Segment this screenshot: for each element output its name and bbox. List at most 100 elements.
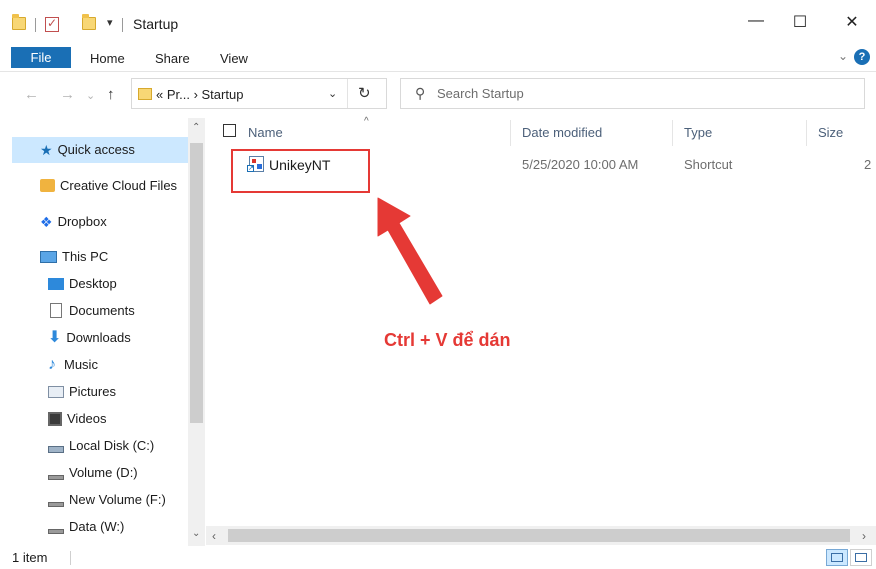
sidebar-item-quick-access[interactable]: ★ Quick access: [12, 137, 188, 163]
new-folder-icon[interactable]: [82, 14, 96, 30]
item-count: 1 item: [12, 550, 48, 565]
documents-icon: [50, 303, 62, 319]
file-list-horizontal-scrollbar[interactable]: ‹ ›: [206, 526, 876, 545]
details-view-button[interactable]: [826, 549, 848, 566]
tab-view[interactable]: View: [220, 51, 248, 66]
drive-icon: [48, 529, 64, 535]
details-view-icon: [831, 553, 843, 562]
sidebar-item-label: Volume (D:): [69, 465, 138, 480]
dropbox-icon: ❖: [40, 213, 53, 230]
maximize-button[interactable]: ☐: [790, 12, 810, 32]
sidebar-item-documents[interactable]: Documents: [48, 298, 135, 324]
column-separator[interactable]: [806, 120, 807, 146]
music-icon: ♪: [48, 355, 56, 373]
sidebar-item-label: Dropbox: [57, 214, 107, 229]
forward-button[interactable]: →: [60, 86, 75, 103]
tab-home[interactable]: Home: [90, 51, 125, 66]
navigation-pane-scrollbar[interactable]: ⌃ ⌄: [188, 118, 205, 546]
sidebar-item-music[interactable]: ♪ Music: [48, 352, 98, 378]
sidebar-item-downloads[interactable]: ⬇ Downloads: [48, 325, 131, 351]
sidebar-item-label: New Volume (F:): [69, 492, 166, 507]
downloads-icon: ⬇: [48, 328, 62, 346]
sidebar-item-local-disk-c[interactable]: Local Disk (C:): [48, 433, 154, 459]
address-divider: [347, 79, 348, 108]
sidebar-item-label: Music: [64, 357, 98, 372]
quick-access-toolbar-dropdown[interactable]: ▾: [107, 16, 113, 29]
column-separator[interactable]: [672, 120, 673, 146]
file-type: Shortcut: [684, 157, 733, 172]
computer-icon: [40, 250, 57, 263]
search-icon: ⚲: [415, 85, 426, 101]
scroll-right-arrow-icon[interactable]: ›: [862, 529, 866, 543]
title-bar: ▾ Startup — ☐ ✕: [0, 0, 876, 42]
drive-icon: [48, 502, 64, 508]
sort-ascending-caret-icon: ^: [364, 116, 369, 127]
sidebar-item-desktop[interactable]: Desktop: [48, 271, 117, 297]
large-icons-view-button[interactable]: [850, 549, 872, 566]
refresh-button[interactable]: ↻: [358, 84, 371, 102]
up-button[interactable]: ↑: [107, 86, 115, 103]
highlight-box: [231, 149, 370, 193]
column-header-date-modified[interactable]: Date modified: [522, 125, 602, 140]
search-input[interactable]: [437, 80, 857, 107]
sidebar-item-volume-d[interactable]: Volume (D:): [48, 460, 138, 486]
scroll-left-arrow-icon[interactable]: ‹: [212, 529, 216, 543]
address-path[interactable]: « Pr... › Startup: [156, 87, 243, 102]
sidebar-item-this-pc[interactable]: This PC: [40, 244, 108, 270]
help-icon[interactable]: ?: [854, 49, 870, 65]
search-box[interactable]: ⚲: [400, 78, 865, 109]
column-header-name[interactable]: Name: [248, 125, 283, 140]
sidebar-item-dropbox[interactable]: ❖ Dropbox: [40, 209, 107, 235]
sidebar-item-label: Videos: [67, 411, 107, 426]
scroll-down-arrow-icon[interactable]: ⌄: [192, 528, 200, 539]
sidebar-item-label: Desktop: [69, 276, 117, 291]
sidebar-item-pictures[interactable]: Pictures: [48, 379, 116, 405]
close-button[interactable]: ✕: [842, 12, 862, 32]
sidebar-item-label: This PC: [62, 249, 109, 264]
sidebar-item-new-volume-f[interactable]: New Volume (F:): [48, 487, 166, 513]
file-date-modified: 5/25/2020 10:00 AM: [522, 157, 639, 172]
scrollbar-thumb[interactable]: [190, 143, 203, 423]
back-button[interactable]: ←: [24, 86, 39, 103]
column-header-type[interactable]: Type: [684, 125, 712, 140]
videos-icon: [48, 411, 62, 426]
large-icons-view-icon: [855, 553, 867, 562]
star-icon: ★: [40, 141, 53, 158]
sidebar-item-label: Data (W:): [69, 519, 125, 534]
desktop-icon: [48, 277, 64, 290]
file-size: 2: [864, 157, 872, 172]
sidebar-item-videos[interactable]: Videos: [48, 406, 107, 432]
sidebar-item-label: Quick access: [57, 142, 135, 157]
pictures-icon: [48, 385, 64, 398]
address-dropdown-chevron-icon[interactable]: ⌄: [328, 87, 337, 100]
sidebar-item-creative-cloud-files[interactable]: Creative Cloud Files: [40, 173, 177, 199]
column-separator[interactable]: [510, 120, 511, 146]
title-separator: [122, 18, 123, 32]
folder-icon: [12, 14, 26, 30]
sidebar-item-label: Creative Cloud Files: [60, 178, 178, 193]
tab-file[interactable]: File: [11, 47, 71, 68]
quick-access-separator: [35, 18, 36, 32]
scroll-up-arrow-icon[interactable]: ⌃: [192, 122, 200, 133]
column-header-size[interactable]: Size: [818, 125, 843, 140]
sidebar-item-data-w[interactable]: Data (W:): [48, 514, 124, 540]
window-title: Startup: [133, 16, 179, 32]
ribbon-tabs: File Home Share View ⌄ ?: [0, 42, 876, 72]
address-bar[interactable]: « Pr... › Startup ⌄ ↻: [131, 78, 387, 109]
status-bar: 1 item: [0, 546, 876, 569]
recent-locations-dropdown[interactable]: ⌄: [86, 89, 95, 102]
drive-icon: [48, 475, 64, 481]
sidebar-item-label: Local Disk (C:): [69, 438, 155, 453]
minimize-button[interactable]: —: [746, 12, 766, 30]
navigation-pane: ★ Quick access Creative Cloud Files ❖ Drop…: [0, 118, 205, 546]
annotation-text: Ctrl + V để dán: [384, 330, 511, 350]
select-all-checkbox[interactable]: [223, 124, 236, 137]
properties-icon[interactable]: [45, 16, 59, 32]
expand-ribbon-chevron-icon[interactable]: ⌄: [838, 49, 848, 63]
tab-share[interactable]: Share: [155, 51, 190, 66]
sidebar-item-label: Documents: [69, 303, 135, 318]
annotation-arrow-icon: [377, 197, 443, 305]
creative-cloud-icon: [40, 179, 55, 193]
scrollbar-thumb[interactable]: [228, 529, 850, 542]
sidebar-item-label: Pictures: [69, 384, 116, 399]
